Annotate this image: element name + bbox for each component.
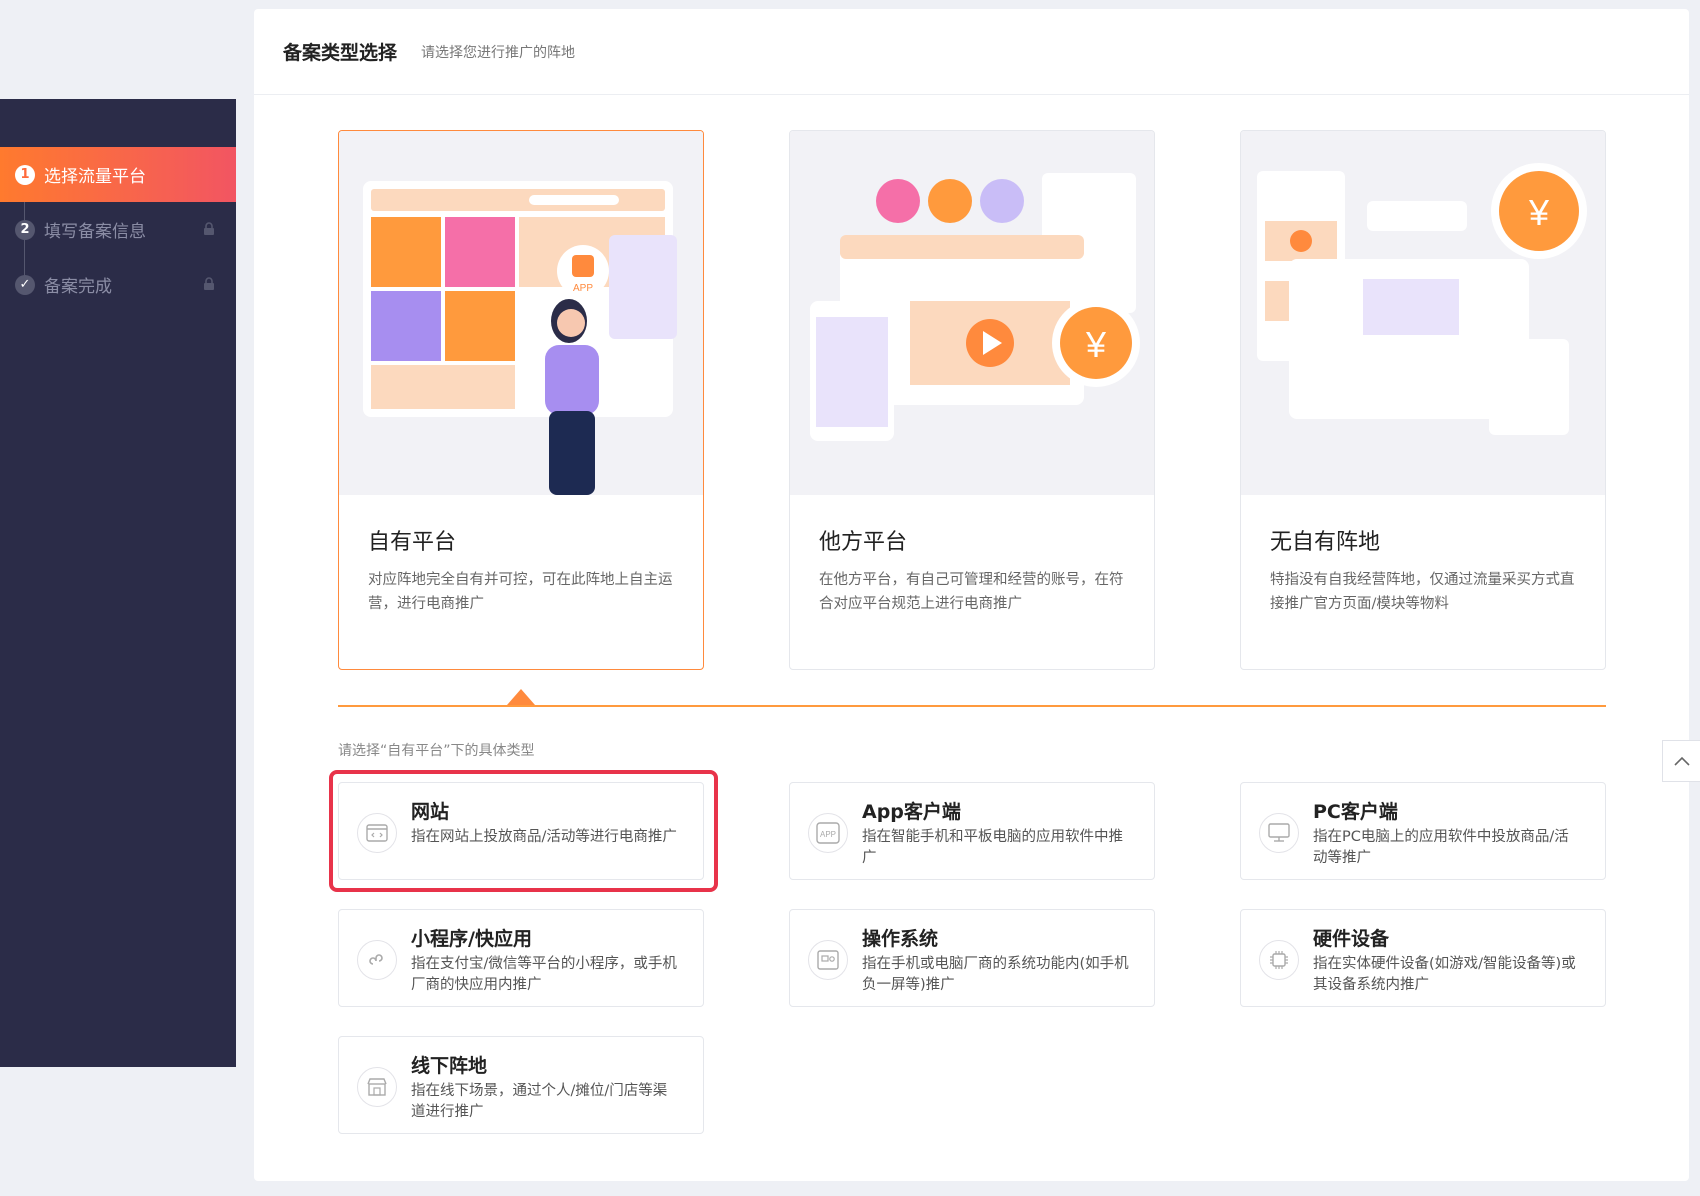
own-platform-illustration: APP (339, 131, 703, 495)
third-party-illustration: ¥ (790, 131, 1154, 495)
type-title: 小程序/快应用 (411, 928, 532, 950)
page-subtitle: 请选择您进行推广的阵地 (421, 44, 576, 61)
back-to-top-button[interactable] (1662, 740, 1700, 782)
platform-title: 他方平台 (819, 530, 908, 555)
step-label: 备案完成 (44, 277, 112, 297)
platform-options: APP 自有平台 对应阵地完全自有并可控，可在此阵地上自主运营，进行电商推广 ¥… (338, 130, 1606, 670)
step-number: 1 (15, 164, 35, 185)
store-icon (357, 1067, 397, 1107)
type-desc: 指在线下场景，通过个人/摊位/门店等渠道进行推广 (411, 1083, 668, 1120)
platform-title: 自有平台 (368, 530, 457, 555)
platform-title: 无自有阵地 (1270, 530, 1381, 555)
lock-icon (204, 277, 214, 290)
sidebar: 1 选择流量平台 2 填写备案信息 ✓ 备案完成 (0, 99, 236, 1067)
step-label: 填写备案信息 (44, 222, 146, 242)
section-divider (338, 705, 1606, 707)
platform-card-own[interactable]: APP 自有平台 对应阵地完全自有并可控，可在此阵地上自主运营，进行电商推广 (338, 130, 704, 670)
step-select-platform[interactable]: 1 选择流量平台 (0, 147, 236, 202)
type-card-hardware[interactable]: 硬件设备 指在实体硬件设备(如游戏/智能设备等)或其设备系统内推广 (1240, 909, 1606, 1007)
sub-type-hint: 请选择“自有平台”下的具体类型 (338, 743, 535, 759)
svg-text:APP: APP (820, 830, 836, 839)
step-label: 选择流量平台 (44, 167, 146, 187)
type-card-app[interactable]: APP App客户端 指在智能手机和平板电脑的应用软件中推广 (789, 782, 1155, 880)
app-icon: APP (808, 813, 848, 853)
panel-header: 备案类型选择 请选择您进行推广的阵地 (254, 9, 1689, 95)
type-desc: 指在PC电脑上的应用软件中投放商品/活动等推广 (1313, 829, 1569, 866)
platform-desc: 对应阵地完全自有并可控，可在此阵地上自主运营，进行电商推广 (368, 572, 673, 612)
app-badge-text: APP (573, 283, 593, 294)
selection-arrow (507, 689, 535, 705)
step-fill-info[interactable]: 2 填写备案信息 (0, 202, 236, 257)
type-card-mini-program[interactable]: 小程序/快应用 指在支付宝/微信等平台的小程序，或手机厂商的快应用内推广 (338, 909, 704, 1007)
mini-program-icon (357, 940, 397, 980)
os-icon (808, 940, 848, 980)
type-title: 线下阵地 (411, 1055, 488, 1077)
platform-desc: 在他方平台，有自己可管理和经营的账号，在符合对应平台规范上进行电商推广 (819, 572, 1124, 612)
type-desc: 指在智能手机和平板电脑的应用软件中推广 (862, 829, 1123, 866)
type-title: App客户端 (862, 801, 961, 823)
platform-card-third-party[interactable]: ¥ 他方平台 在他方平台，有自己可管理和经营的账号，在符合对应平台规范上进行电商… (789, 130, 1155, 670)
step-list: 1 选择流量平台 2 填写备案信息 ✓ 备案完成 (0, 147, 236, 312)
step-complete[interactable]: ✓ 备案完成 (0, 257, 236, 312)
chevron-up-icon (1673, 756, 1690, 766)
type-title: 操作系统 (862, 928, 939, 950)
type-desc: 指在手机或电脑厂商的系统功能内(如手机负一屏等)推广 (862, 956, 1129, 993)
type-title: 硬件设备 (1313, 928, 1390, 950)
chip-icon (1259, 940, 1299, 980)
platform-card-none[interactable]: ¥ 无自有阵地 特指没有自我经营阵地，仅通过流量采买方式直接推广官方页面/模块等… (1240, 130, 1606, 670)
platform-desc: 特指没有自我经营阵地，仅通过流量采买方式直接推广官方页面/模块等物料 (1270, 572, 1575, 612)
monitor-icon (1259, 813, 1299, 853)
type-card-offline[interactable]: 线下阵地 指在线下场景，通过个人/摊位/门店等渠道进行推广 (338, 1036, 704, 1134)
step-number: 2 (15, 219, 35, 240)
type-desc: 指在实体硬件设备(如游戏/智能设备等)或其设备系统内推广 (1313, 956, 1576, 993)
yen-text: ¥ (1528, 192, 1550, 233)
no-platform-illustration: ¥ (1241, 131, 1605, 495)
lock-icon (204, 222, 214, 235)
check-icon: ✓ (15, 274, 35, 295)
page-title: 备案类型选择 (283, 42, 398, 64)
yen-text: ¥ (1085, 324, 1107, 365)
type-desc: 指在支付宝/微信等平台的小程序，或手机厂商的快应用内推广 (411, 956, 677, 993)
type-card-pc[interactable]: PC客户端 指在PC电脑上的应用软件中投放商品/活动等推广 (1240, 782, 1606, 880)
type-title: PC客户端 (1313, 801, 1398, 823)
main-panel: 备案类型选择 请选择您进行推广的阵地 APP 自有平台 对应阵地完全自有并可控，… (254, 9, 1689, 1181)
type-card-os[interactable]: 操作系统 指在手机或电脑厂商的系统功能内(如手机负一屏等)推广 (789, 909, 1155, 1007)
selection-highlight (329, 770, 718, 892)
